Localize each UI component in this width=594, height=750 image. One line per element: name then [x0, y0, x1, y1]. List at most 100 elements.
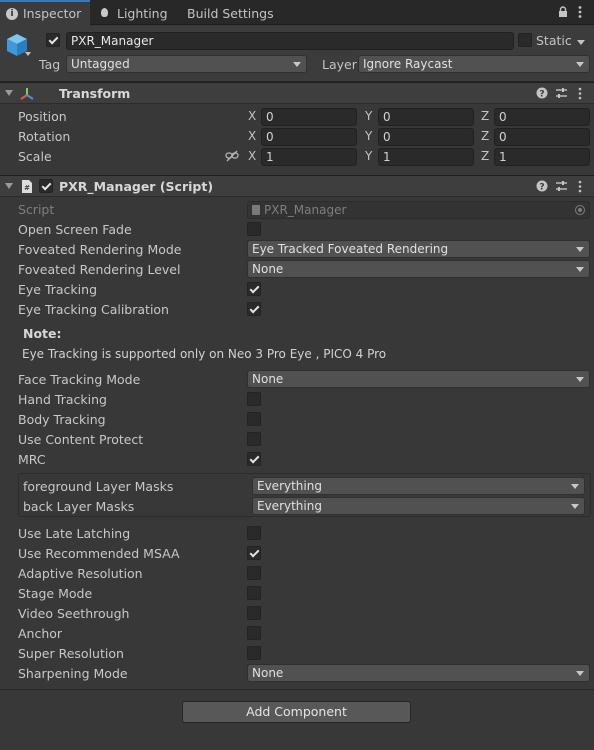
- note-title: Note:: [23, 326, 62, 341]
- chevron-down-icon: [576, 377, 584, 382]
- tab-inspector[interactable]: i Inspector: [0, 0, 90, 26]
- script-reference-field[interactable]: PXR_Manager: [247, 201, 590, 219]
- help-icon[interactable]: ?: [536, 180, 548, 195]
- mrc-checkbox[interactable]: [247, 452, 261, 466]
- axis-y-label[interactable]: Y: [365, 109, 372, 123]
- info-icon: i: [6, 8, 18, 20]
- bulb-icon: [101, 8, 108, 17]
- position-y-field[interactable]: 0: [378, 108, 474, 126]
- use-late-latching-label: Use Late Latching: [18, 526, 131, 541]
- rotation-z-field[interactable]: 0: [494, 128, 590, 146]
- anchor-checkbox[interactable]: [247, 626, 261, 640]
- position-z-field[interactable]: 0: [494, 108, 590, 126]
- axis-x-label[interactable]: X: [248, 109, 256, 123]
- sharpening-mode-dropdown[interactable]: None: [247, 664, 590, 682]
- sharpening-mode-value: None: [252, 666, 284, 680]
- body-tracking-label: Body Tracking: [18, 412, 106, 427]
- back-layer-masks-dropdown[interactable]: Everything: [252, 497, 585, 515]
- script-enabled-checkbox[interactable]: [39, 179, 53, 193]
- foreground-layer-masks-label: foreground Layer Masks: [23, 479, 174, 494]
- script-icon: #: [21, 179, 33, 194]
- foveated-rendering-mode-value: Eye Tracked Foveated Rendering: [252, 242, 449, 256]
- static-dropdown-arrow-icon[interactable]: [577, 40, 585, 45]
- tag-dropdown[interactable]: Untagged: [66, 55, 307, 73]
- tab-bar: i Inspector Lighting Build Settings: [0, 0, 594, 26]
- transform-title: Transform: [59, 86, 131, 101]
- video-seethrough-checkbox[interactable]: [247, 606, 261, 620]
- body-tracking-checkbox[interactable]: [247, 412, 261, 426]
- use-content-protect-label: Use Content Protect: [18, 432, 144, 447]
- rotation-label: Rotation: [18, 129, 71, 144]
- kebab-menu-icon[interactable]: [578, 5, 582, 19]
- foveated-rendering-level-dropdown[interactable]: None: [247, 260, 590, 278]
- preset-icon[interactable]: [555, 180, 568, 195]
- adaptive-resolution-checkbox[interactable]: [247, 566, 261, 580]
- foreground-layer-masks-value: Everything: [257, 479, 322, 493]
- scale-z-field[interactable]: 1: [494, 148, 590, 166]
- open-screen-fade-checkbox[interactable]: [247, 222, 261, 236]
- foveated-rendering-level-label: Foveated Rendering Level: [18, 262, 181, 277]
- script-component-header[interactable]: # PXR_Manager (Script) ?: [0, 175, 594, 197]
- use-late-latching-checkbox[interactable]: [247, 526, 261, 540]
- axis-x-label[interactable]: X: [248, 129, 256, 143]
- axis-z-label[interactable]: Z: [481, 109, 489, 123]
- use-recommended-msaa-checkbox[interactable]: [247, 546, 261, 560]
- tab-build-settings[interactable]: Build Settings: [180, 2, 280, 25]
- position-label: Position: [18, 109, 67, 124]
- layer-dropdown[interactable]: Ignore Raycast: [358, 55, 590, 73]
- scale-y-field[interactable]: 1: [378, 148, 474, 166]
- link-icon[interactable]: [225, 150, 239, 162]
- kebab-menu-icon[interactable]: [578, 180, 582, 196]
- static-checkbox[interactable]: [518, 33, 532, 47]
- axis-z-label[interactable]: Z: [481, 149, 489, 163]
- active-checkbox[interactable]: [46, 33, 60, 47]
- chevron-down-icon: [293, 62, 301, 67]
- help-icon[interactable]: ?: [536, 87, 548, 102]
- object-header: PXR_Manager Static Tag Untagged Layer Ig…: [0, 26, 594, 82]
- eye-tracking-calibration-checkbox[interactable]: [247, 302, 261, 316]
- fold-arrow-icon[interactable]: [5, 183, 13, 189]
- axis-x-label[interactable]: X: [248, 149, 256, 163]
- chevron-down-icon[interactable]: [25, 52, 31, 56]
- stage-mode-checkbox[interactable]: [247, 586, 261, 600]
- rotation-x-field[interactable]: 0: [261, 128, 357, 146]
- script-reference-value: PXR_Manager: [264, 203, 347, 217]
- chevron-down-icon: [571, 484, 579, 489]
- tag-value: Untagged: [71, 57, 130, 71]
- axis-y-label[interactable]: Y: [365, 129, 372, 143]
- chevron-down-icon: [576, 247, 584, 252]
- transform-header[interactable]: Transform ?: [0, 82, 594, 104]
- add-component-button[interactable]: Add Component: [182, 701, 411, 723]
- object-name-field[interactable]: PXR_Manager: [66, 32, 514, 50]
- layer-label: Layer: [322, 57, 357, 72]
- lock-icon[interactable]: [558, 6, 568, 18]
- tab-lighting[interactable]: Lighting: [92, 2, 174, 25]
- eye-tracking-calibration-label: Eye Tracking Calibration: [18, 302, 169, 317]
- foveated-rendering-mode-dropdown[interactable]: Eye Tracked Foveated Rendering: [247, 240, 590, 258]
- scale-x-field[interactable]: 1: [261, 148, 357, 166]
- rotation-y-field[interactable]: 0: [378, 128, 474, 146]
- super-resolution-checkbox[interactable]: [247, 646, 261, 660]
- svg-text:?: ?: [539, 90, 544, 100]
- foveated-rendering-level-value: None: [252, 262, 284, 276]
- open-screen-fade-label: Open Screen Fade: [18, 222, 132, 237]
- kebab-menu-icon[interactable]: [578, 87, 582, 103]
- preset-icon[interactable]: [555, 87, 568, 102]
- hand-tracking-checkbox[interactable]: [247, 392, 261, 406]
- axis-y-label[interactable]: Y: [365, 149, 372, 163]
- object-picker-icon[interactable]: [575, 205, 585, 215]
- back-layer-masks-label: back Layer Masks: [23, 499, 135, 514]
- axis-z-label[interactable]: Z: [481, 129, 489, 143]
- hand-tracking-label: Hand Tracking: [18, 392, 107, 407]
- foreground-layer-masks-dropdown[interactable]: Everything: [252, 477, 585, 495]
- anchor-label: Anchor: [18, 626, 63, 641]
- use-content-protect-checkbox[interactable]: [247, 432, 261, 446]
- fold-arrow-icon[interactable]: [5, 90, 13, 96]
- eye-tracking-checkbox[interactable]: [247, 282, 261, 296]
- face-tracking-mode-dropdown[interactable]: None: [247, 370, 590, 388]
- tab-label: Inspector: [23, 6, 82, 21]
- position-x-field[interactable]: 0: [261, 108, 357, 126]
- tab-label: Lighting: [117, 6, 168, 21]
- note-text: Eye Tracking is supported only on Neo 3 …: [22, 347, 387, 361]
- script-label: Script: [18, 202, 55, 217]
